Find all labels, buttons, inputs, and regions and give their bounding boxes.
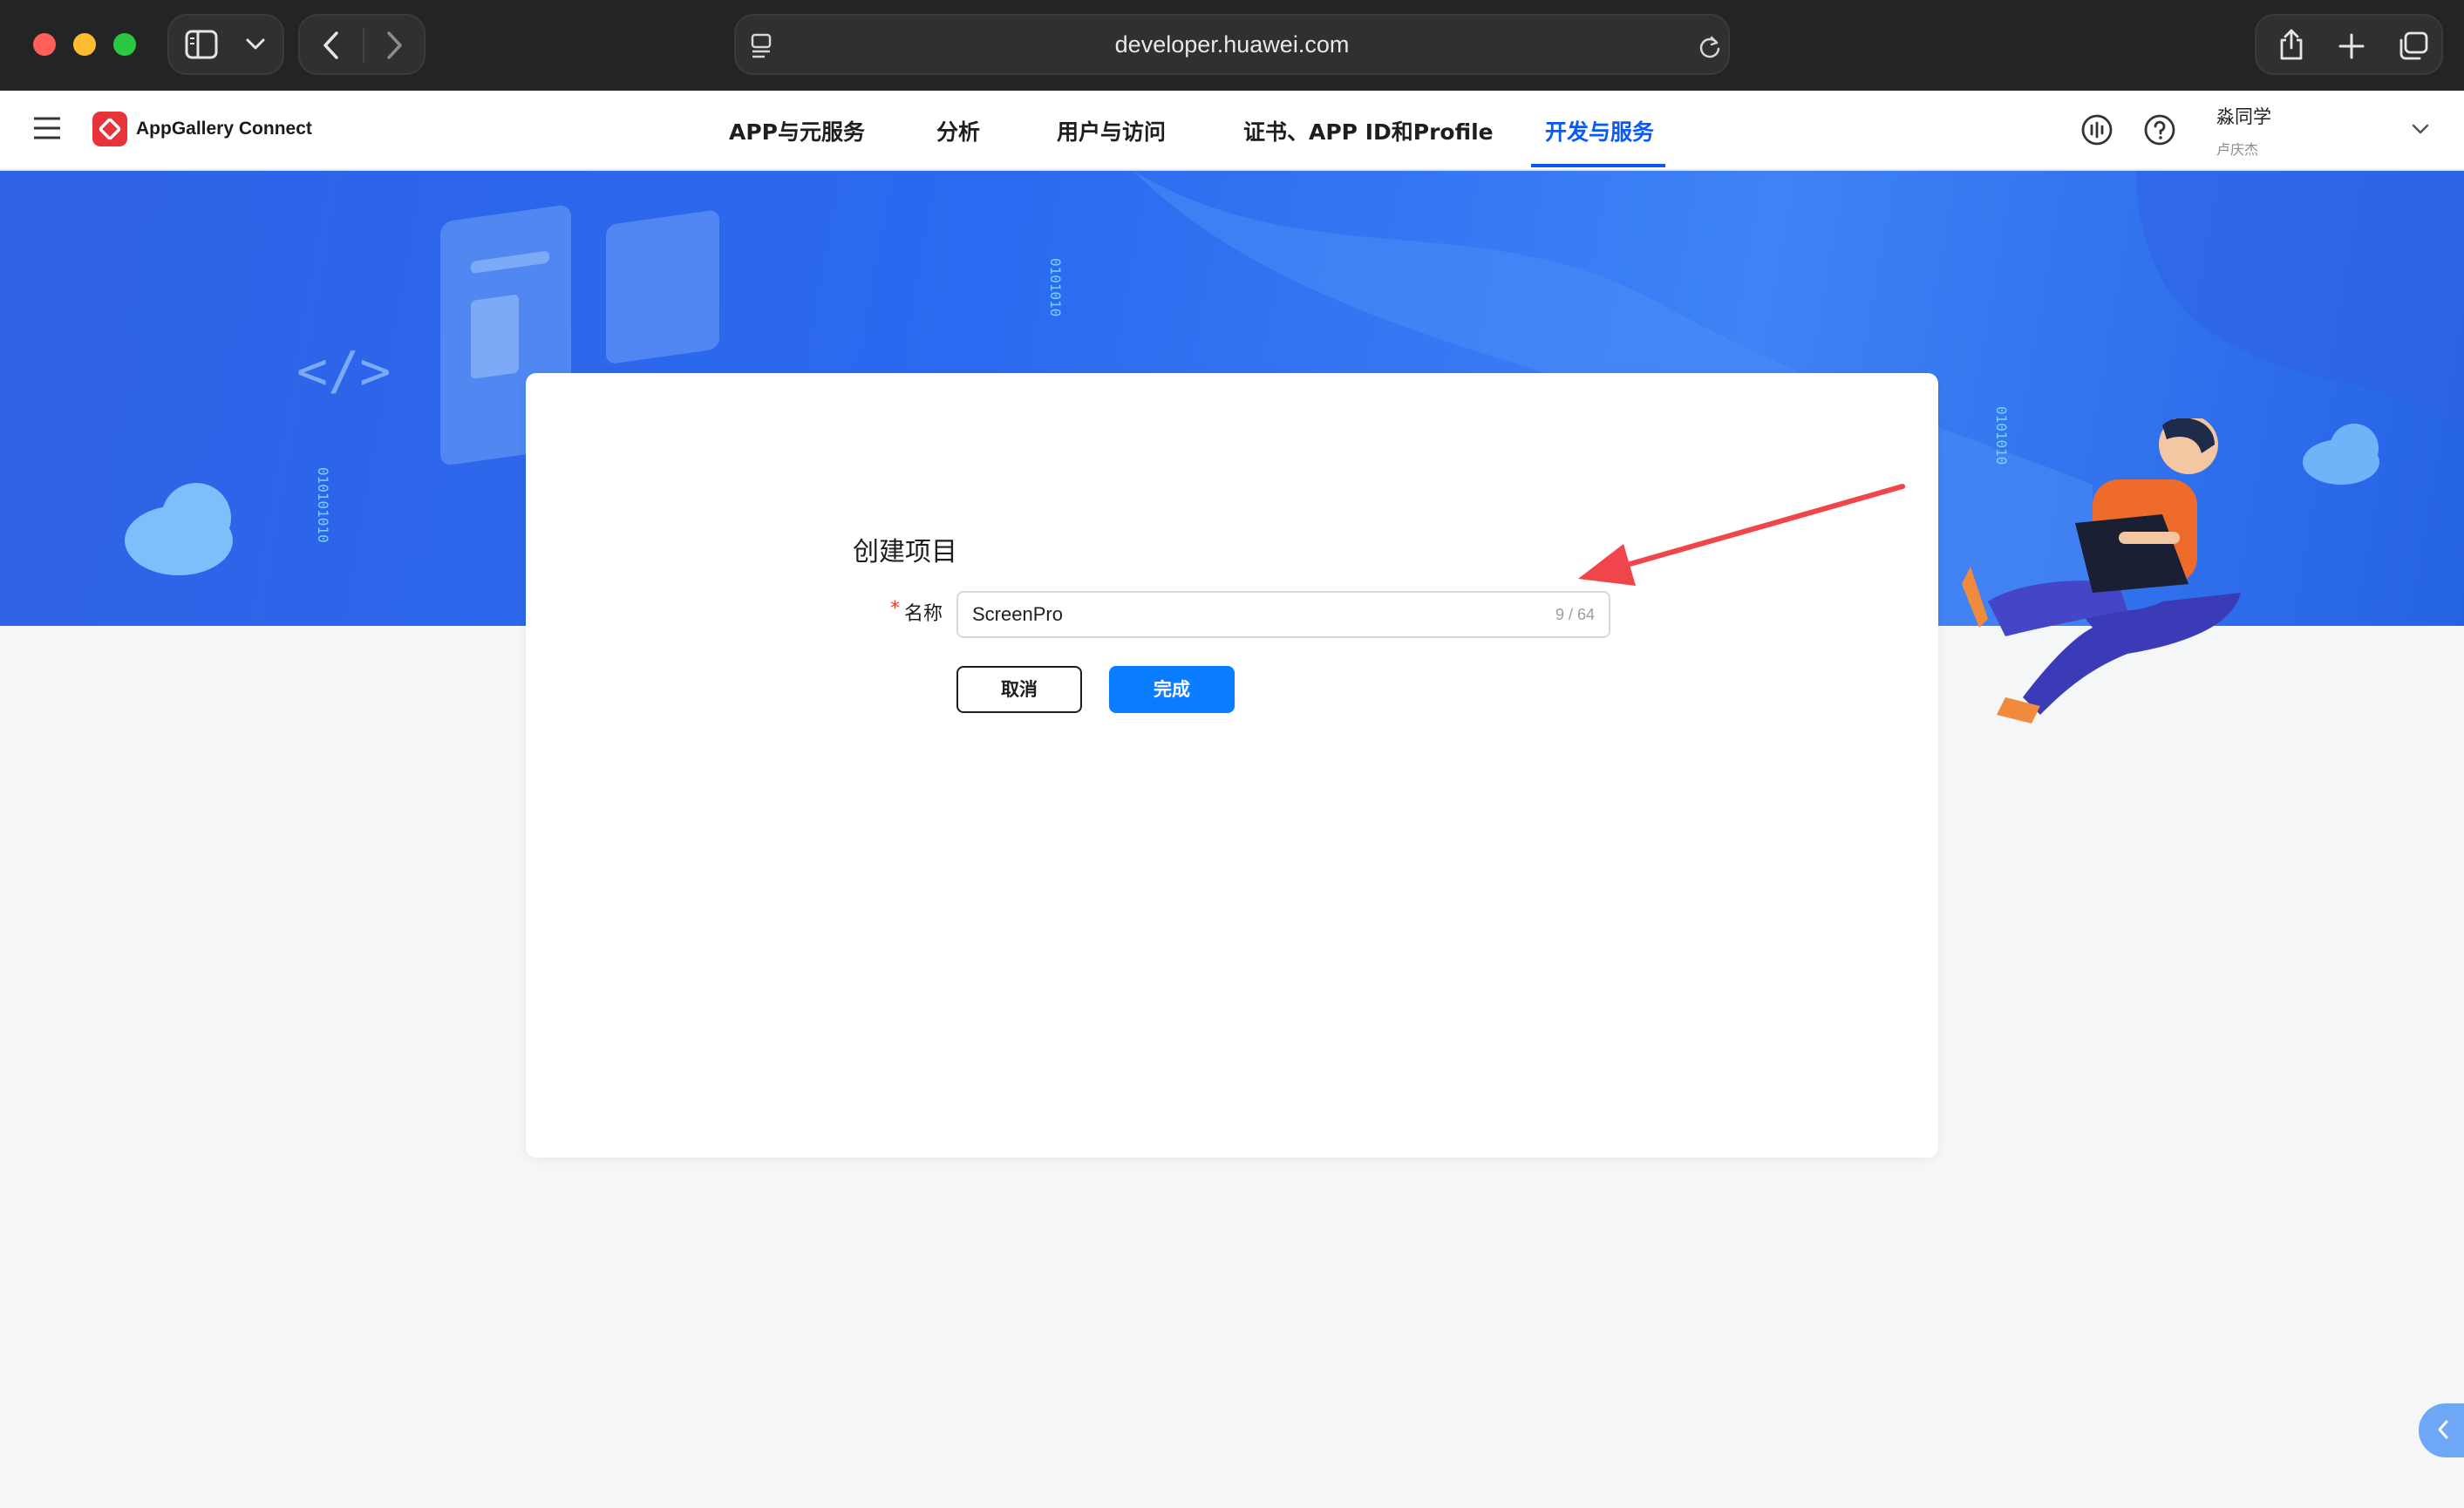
- svg-text:010101010: 010101010: [315, 467, 331, 543]
- chevron-down-icon[interactable]: [246, 38, 265, 51]
- name-field-label: 名称: [904, 603, 943, 625]
- share-icon[interactable]: [2277, 28, 2305, 61]
- browser-toolbar: developer.huawei.com: [0, 0, 2464, 92]
- char-counter: 9 / 64: [1555, 606, 1595, 623]
- active-tab-indicator: [1531, 164, 1665, 167]
- tab-analytics[interactable]: 分析: [936, 115, 980, 146]
- close-window-button[interactable]: [33, 33, 56, 56]
- app-header: AppGallery Connect APP与元服务 分析 用户与访问 证书、A…: [0, 91, 2464, 171]
- required-indicator: *: [890, 598, 900, 620]
- feedback-icon[interactable]: [2080, 113, 2113, 146]
- zoom-window-button[interactable]: [113, 33, 136, 56]
- cancel-button[interactable]: 取消: [956, 666, 1082, 713]
- huawei-logo-icon[interactable]: [92, 112, 127, 146]
- back-icon[interactable]: [323, 31, 340, 59]
- sidebar-toggle-group[interactable]: [167, 14, 284, 75]
- person-laptop-illustration: [1962, 418, 2241, 723]
- project-name-value[interactable]: ScreenPro: [972, 603, 1063, 626]
- tab-certificates[interactable]: 证书、APP ID和Profile: [1243, 115, 1494, 146]
- svg-text:</>: </>: [296, 341, 391, 402]
- tabs-icon[interactable]: [2398, 31, 2429, 61]
- minimize-window-button[interactable]: [73, 33, 96, 56]
- window-actions-group: [2255, 14, 2443, 75]
- tab-app-services[interactable]: APP与元服务: [729, 115, 865, 146]
- page-title: 创建项目: [853, 537, 957, 567]
- reload-icon[interactable]: [1698, 35, 1721, 59]
- svg-text:0101010: 0101010: [1047, 258, 1064, 316]
- forward-icon[interactable]: [385, 31, 403, 59]
- url-text[interactable]: developer.huawei.com: [736, 31, 1728, 58]
- user-account-name: 卢庆杰: [2216, 141, 2259, 158]
- user-menu-chevron-icon[interactable]: [2412, 124, 2429, 134]
- help-icon[interactable]: [2143, 113, 2176, 146]
- done-button[interactable]: 完成: [1109, 666, 1235, 713]
- plus-icon[interactable]: [2338, 33, 2365, 59]
- sidebar-icon[interactable]: [185, 30, 218, 59]
- menu-icon[interactable]: [33, 117, 61, 139]
- project-name-input[interactable]: ScreenPro 9 / 64: [956, 591, 1610, 638]
- history-nav-group: [298, 14, 425, 75]
- collapse-icon[interactable]: [2436, 1419, 2450, 1440]
- tab-develop-services[interactable]: 开发与服务: [1545, 115, 1654, 146]
- side-panel-toggle[interactable]: [2419, 1403, 2464, 1457]
- address-bar[interactable]: developer.huawei.com: [734, 14, 1730, 75]
- create-project-card: 创建项目 * 名称 ScreenPro 9 / 64 取消 完成: [526, 373, 1938, 1158]
- user-name[interactable]: 淼同学: [2216, 103, 2271, 129]
- brand-name[interactable]: AppGallery Connect: [136, 119, 312, 139]
- tab-users-access[interactable]: 用户与访问: [1057, 115, 1166, 146]
